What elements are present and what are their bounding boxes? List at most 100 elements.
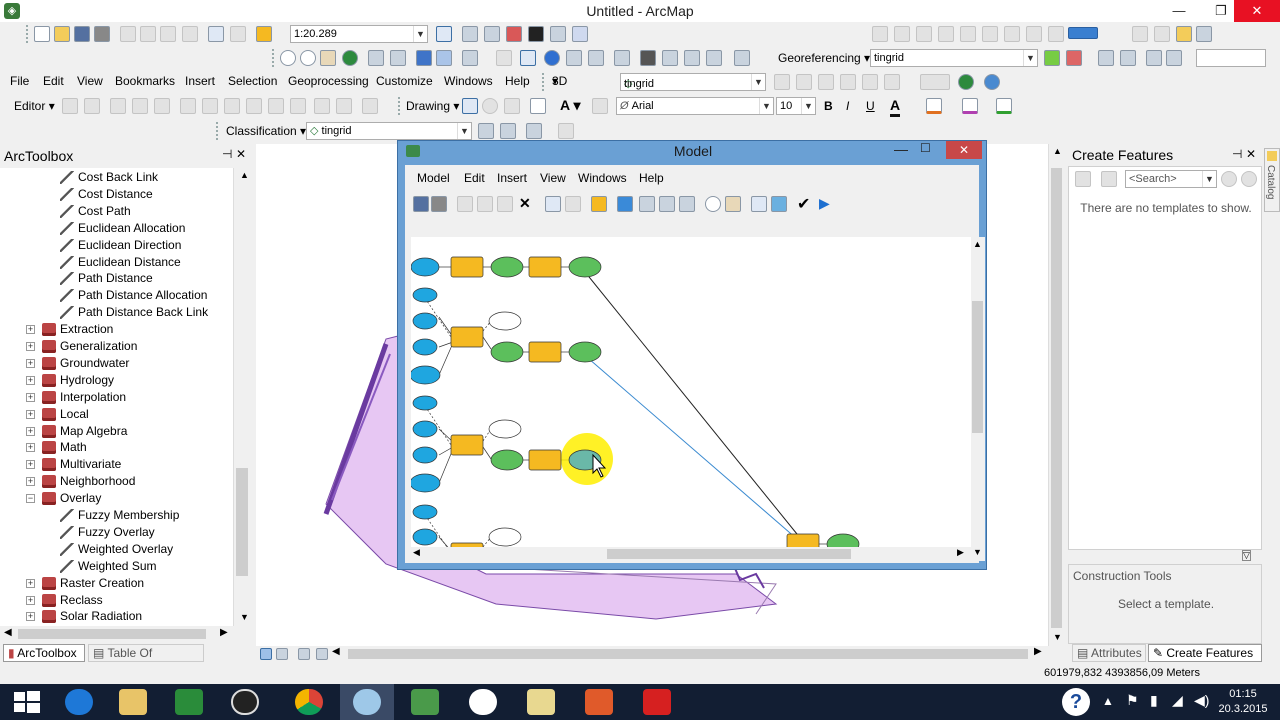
model-maximize-button[interactable]: ☐ (920, 141, 931, 155)
editor-toolbar-icon[interactable] (436, 26, 452, 42)
arctoolbox-close-icon[interactable]: ✕ (236, 147, 246, 161)
3d-tool-5-icon[interactable] (862, 74, 878, 90)
model-minimize-button[interactable]: — (894, 141, 908, 157)
georef-tool-3-icon[interactable] (916, 26, 932, 42)
menu-insert[interactable]: Insert (185, 71, 215, 91)
catalog-side-tab[interactable]: Catalog (1264, 148, 1280, 212)
python-window-icon[interactable] (528, 26, 544, 42)
taskbar-hp[interactable] (456, 684, 510, 720)
zoom-model-icon[interactable] (679, 196, 695, 212)
menu-edit[interactable]: Edit (43, 71, 64, 91)
model-save-icon[interactable] (413, 196, 429, 212)
search-window-icon[interactable] (550, 26, 566, 42)
model-pan-icon[interactable] (725, 196, 741, 212)
hyperlink-icon[interactable] (566, 50, 582, 66)
action-center-icon[interactable]: ⚑ (1126, 692, 1139, 709)
forward-extent-icon[interactable] (436, 50, 452, 66)
georef-tool-1-icon[interactable] (872, 26, 888, 42)
toolbox-tool-item[interactable]: Path Distance Allocation (0, 287, 233, 304)
create-features-pin-icon[interactable]: ⊣ (1232, 147, 1242, 161)
straight-segment-icon[interactable] (110, 98, 126, 114)
filter-templates-icon[interactable] (1101, 171, 1117, 187)
volume-icon[interactable]: ◀) (1194, 692, 1209, 709)
edit-annotation-icon[interactable] (84, 98, 100, 114)
model-print-icon[interactable] (431, 196, 447, 212)
add-control-points-icon[interactable] (1044, 50, 1060, 66)
organize-templates-icon[interactable] (1075, 171, 1091, 187)
classification-menu[interactable]: Classification ▾ (226, 122, 306, 140)
georef-tool-2-icon[interactable] (894, 26, 910, 42)
model-paste-icon[interactable] (497, 196, 513, 212)
model-cut-icon[interactable] (457, 196, 473, 212)
expand-icon[interactable]: + (26, 409, 35, 419)
training-manager-icon[interactable] (500, 123, 516, 139)
edit-tool-2-icon[interactable] (314, 98, 330, 114)
toolset-item[interactable]: + Hydrology (0, 372, 233, 389)
print-icon[interactable] (94, 26, 110, 42)
toolbox-tool-item[interactable]: Fuzzy Membership (0, 507, 233, 524)
taskbar-file-explorer[interactable] (106, 684, 160, 720)
zoom-in-icon[interactable] (280, 50, 296, 66)
close-button[interactable]: ✕ (1234, 0, 1280, 22)
toolbox-tool-item[interactable]: Weighted Overlay (0, 541, 233, 558)
toolset-item[interactable]: + Map Algebra (0, 423, 233, 440)
toolbox-tool-item[interactable]: Cost Back Link (0, 169, 233, 186)
cut-polygons-icon[interactable] (202, 98, 218, 114)
expand-icon[interactable]: + (26, 358, 35, 368)
taskbar-folder[interactable] (514, 684, 568, 720)
splitter[interactable]: ▽ (1068, 550, 1262, 562)
paste-icon[interactable] (160, 26, 176, 42)
create-viewer-icon[interactable] (734, 50, 750, 66)
font-size-combo[interactable]: 10 ▼ (776, 97, 816, 115)
model-vertical-scrollbar[interactable]: ▲ ▼ (971, 237, 985, 561)
shift-icon[interactable] (1098, 50, 1114, 66)
attributes-icon[interactable] (268, 98, 284, 114)
fill-color-icon[interactable] (926, 98, 942, 114)
model-menu-view[interactable]: View (540, 171, 566, 185)
expand-icon[interactable]: + (26, 460, 35, 470)
taskbar-media-player[interactable] (218, 684, 272, 720)
layout-view-icon[interactable] (276, 648, 288, 660)
restore-button[interactable]: ❐ (1204, 0, 1238, 22)
expand-icon[interactable]: + (26, 342, 35, 351)
font-color-button[interactable]: A (890, 96, 901, 117)
catalog-icon[interactable] (484, 26, 500, 42)
add-data-icon[interactable] (256, 26, 272, 42)
toolbox-tool-item[interactable]: Path Distance Back Link (0, 304, 233, 321)
create-features-icon[interactable] (362, 98, 378, 114)
rotate-element-icon[interactable] (482, 98, 498, 114)
toolset-item[interactable]: − Overlay (0, 490, 233, 507)
undo-icon[interactable] (208, 26, 224, 42)
select-elements-icon[interactable] (520, 50, 536, 66)
3d-tool-6-icon[interactable] (884, 74, 900, 90)
full-extent-icon[interactable] (342, 50, 358, 66)
drawing-menu[interactable]: Drawing ▾ (406, 97, 459, 115)
redo-icon[interactable] (230, 26, 246, 42)
taskbar-arccatalog[interactable] (398, 684, 452, 720)
full-extent-model-icon[interactable] (639, 196, 655, 212)
menu-customize[interactable]: Customize (376, 71, 433, 91)
scroll-right-arrow[interactable]: ▶ (1034, 646, 1042, 657)
expand-icon[interactable]: + (26, 595, 35, 605)
clear-selection-icon[interactable] (496, 50, 512, 66)
model-zoom-in-icon[interactable] (705, 196, 721, 212)
model-menu-windows[interactable]: Windows (578, 171, 627, 185)
taskbar-office[interactable] (572, 684, 626, 720)
underline-button[interactable]: U (866, 97, 875, 115)
toolset-item[interactable]: + Local (0, 406, 233, 423)
taskbar-store[interactable] (162, 684, 216, 720)
find-icon[interactable] (640, 50, 656, 66)
show-hidden-icons[interactable]: ▲ (1102, 694, 1114, 708)
pan-icon[interactable] (320, 50, 336, 66)
tab-create-features[interactable]: ✎ Create Features (1148, 644, 1262, 662)
map-scale-combo[interactable]: 1:20.289 ▼ (290, 25, 428, 43)
edit-tool-icon[interactable] (62, 98, 78, 114)
collapse-icon[interactable]: − (26, 494, 35, 504)
3d-tool-2-icon[interactable] (796, 74, 812, 90)
transform-icon[interactable] (1166, 50, 1182, 66)
model-menu-help[interactable]: Help (639, 171, 664, 185)
validate-model-icon[interactable]: ✔ (797, 194, 810, 214)
toolbox-tool-item[interactable]: Cost Path (0, 203, 233, 220)
toolbox-tool-item[interactable]: Euclidean Allocation (0, 220, 233, 237)
expand-icon[interactable]: + (26, 477, 35, 487)
